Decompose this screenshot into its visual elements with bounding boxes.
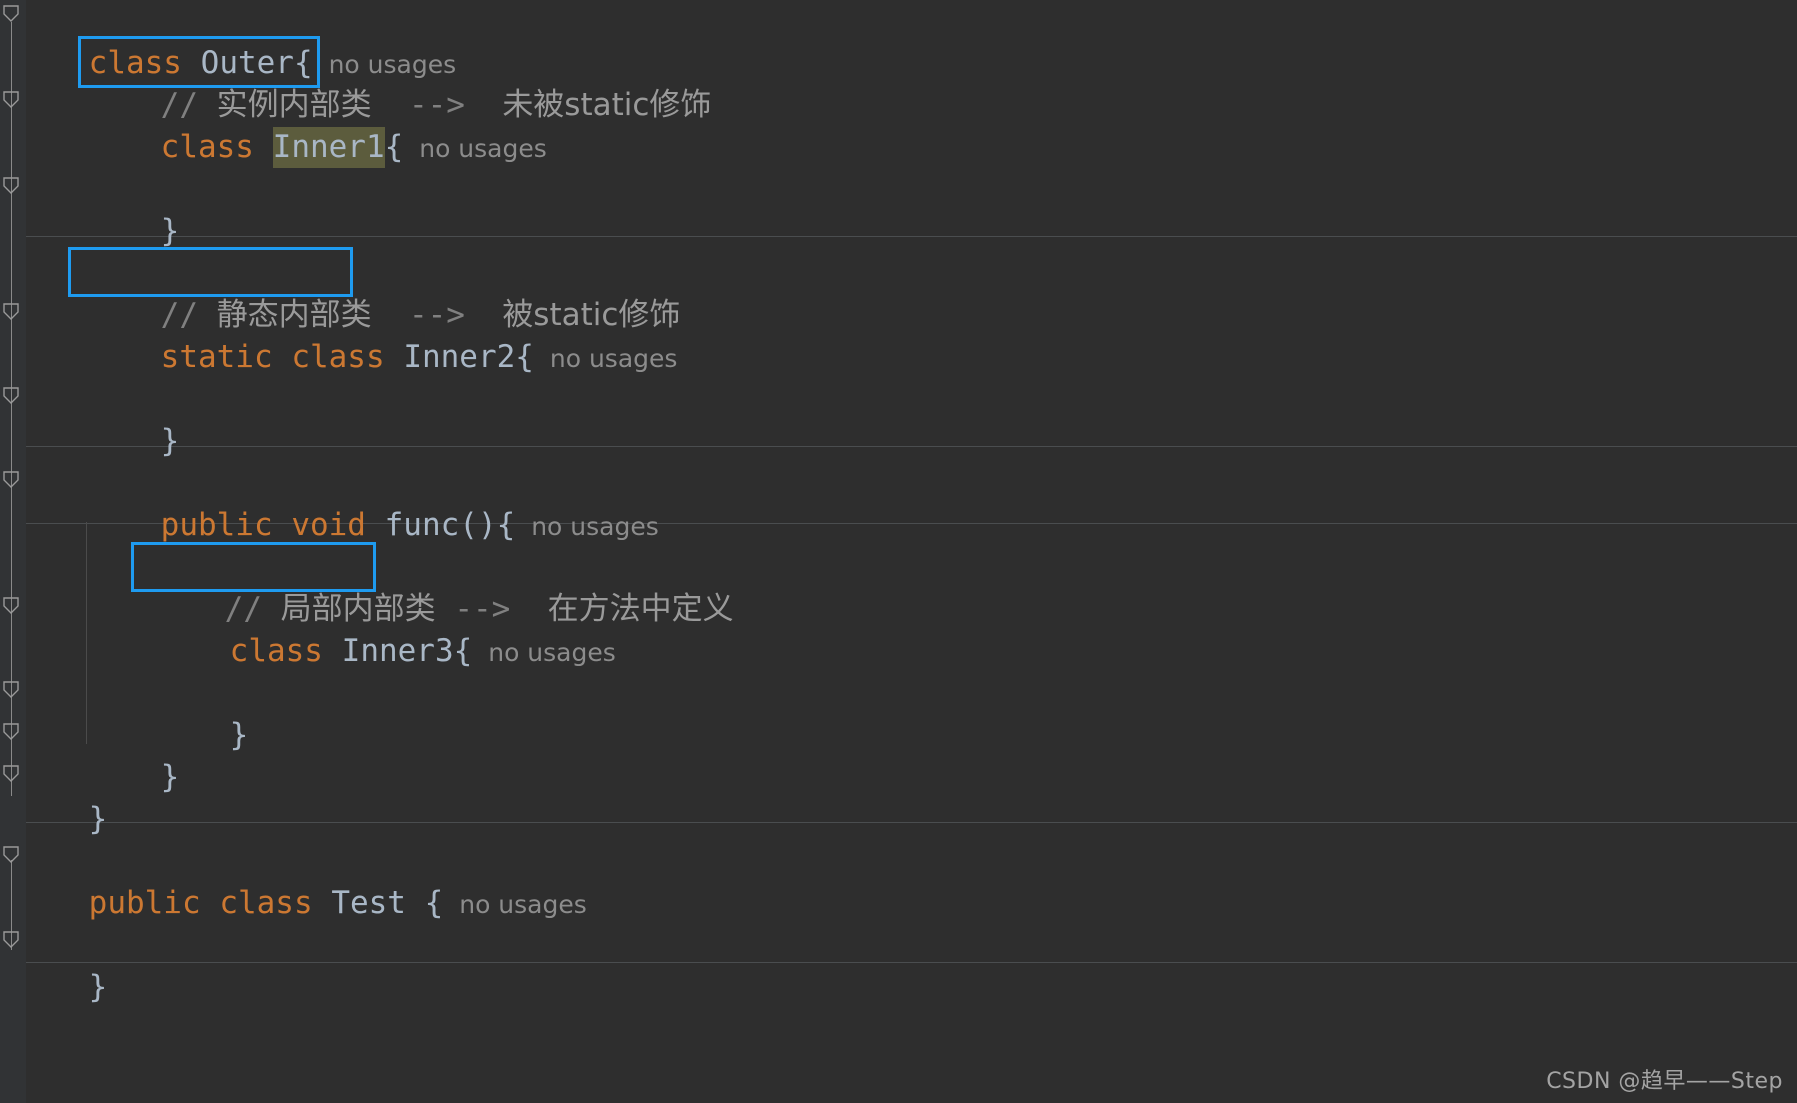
usages-hint-inner3: no usages — [488, 638, 616, 667]
section-separator — [26, 446, 1797, 447]
code-editor: class Outer{ no usages // 实例内部类 --> 未被st… — [0, 0, 1797, 1103]
close-brace: } — [88, 801, 108, 837]
fold-toggle-inner1-body[interactable] — [2, 176, 21, 195]
parentheses: () — [459, 507, 497, 543]
fold-toggle-func-body[interactable] — [2, 722, 21, 741]
open-brace: { — [384, 129, 404, 165]
open-brace: { — [496, 507, 516, 543]
usages-hint-func: no usages — [531, 512, 659, 541]
keyword-public: public — [88, 885, 201, 921]
close-brace: } — [160, 759, 180, 795]
type-name-test: Test — [331, 885, 406, 921]
fold-toggle-inner2-class[interactable] — [2, 302, 21, 321]
keyword-class: class — [291, 339, 385, 375]
keyword-static: static — [160, 339, 273, 375]
close-brace: } — [160, 423, 180, 459]
open-brace: { — [453, 633, 473, 669]
type-name-inner3: Inner3 — [341, 633, 454, 669]
fold-toggle-inner3-class[interactable] — [2, 596, 21, 615]
usages-hint-test: no usages — [459, 890, 587, 919]
csdn-watermark: CSDN @趋早——Step — [1546, 1069, 1783, 1094]
section-separator — [26, 822, 1797, 823]
type-name-inner2: Inner2 — [403, 339, 516, 375]
keyword-void: void — [291, 507, 366, 543]
keyword-public: public — [160, 507, 273, 543]
keyword-class: class — [219, 885, 313, 921]
method-name-func: func — [384, 507, 460, 543]
close-brace: } — [88, 969, 108, 1005]
type-name-inner1[interactable]: Inner1 — [272, 127, 385, 168]
fold-toggle-inner2-body[interactable] — [2, 386, 21, 405]
open-brace: { — [515, 339, 534, 375]
close-brace: } — [160, 213, 180, 249]
keyword-class: class — [229, 633, 323, 669]
open-brace: { — [424, 885, 444, 921]
usages-hint-inner2: no usages — [549, 344, 678, 373]
section-separator — [26, 236, 1797, 237]
usages-hint-inner1: no usages — [419, 134, 547, 163]
fold-toggle-inner3-body[interactable] — [2, 680, 21, 699]
code-line-close-test[interactable]: } — [14, 924, 108, 1050]
keyword-class: class — [160, 129, 254, 165]
close-brace: } — [229, 717, 249, 753]
fold-toggle-func-method[interactable] — [2, 470, 21, 489]
